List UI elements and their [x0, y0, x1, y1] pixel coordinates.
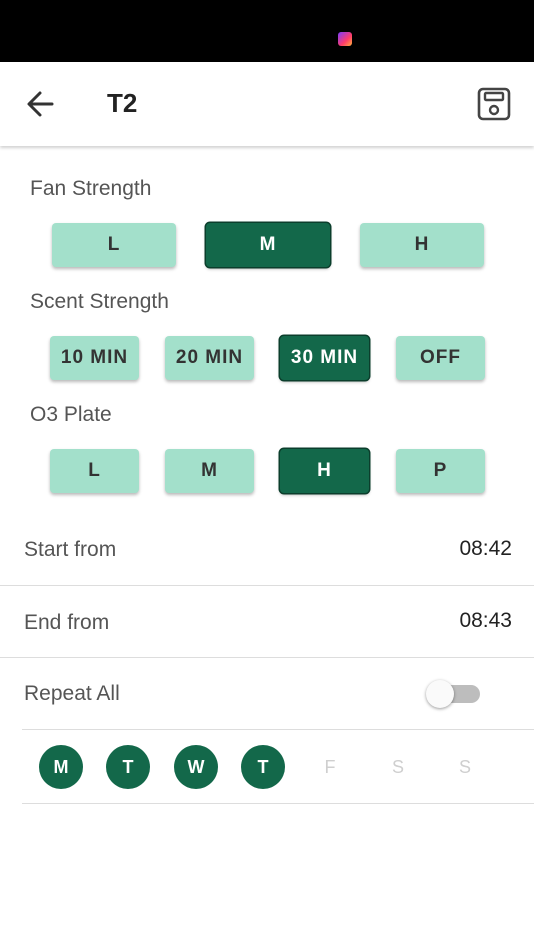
- scent-strength-option-button[interactable]: 30 MIN: [280, 336, 369, 380]
- start-time-value[interactable]: 08:42: [459, 537, 512, 561]
- day-toggle[interactable]: M: [39, 745, 83, 789]
- o3-plate-label: O3 Plate: [30, 403, 112, 426]
- fan-strength-option-button[interactable]: L: [52, 223, 176, 267]
- o3-plate-option-button[interactable]: M: [165, 449, 254, 493]
- app-notification-icon: [338, 32, 352, 46]
- o3-plate-option-button[interactable]: L: [50, 449, 139, 493]
- arrow-left-icon: [27, 91, 54, 117]
- fan-strength-label: Fan Strength: [30, 177, 152, 200]
- save-icon: [477, 87, 511, 121]
- status-bar: [0, 0, 534, 62]
- divider: [0, 585, 534, 586]
- day-toggle[interactable]: T: [106, 745, 150, 789]
- toggle-thumb: [426, 680, 454, 708]
- scent-strength-option-button[interactable]: 20 MIN: [165, 336, 254, 380]
- divider: [0, 657, 534, 658]
- day-toggle[interactable]: T: [241, 745, 285, 789]
- o3-plate-option-button[interactable]: P: [396, 449, 485, 493]
- scent-strength-option-button[interactable]: OFF: [396, 336, 485, 380]
- day-toggle[interactable]: W: [174, 745, 218, 789]
- fan-strength-option-button[interactable]: H: [360, 223, 484, 267]
- app-bar: T2: [0, 62, 534, 146]
- repeat-all-label: Repeat All: [24, 682, 120, 705]
- divider: [22, 729, 534, 730]
- start-from-label: Start from: [24, 538, 117, 561]
- scent-strength-option-button[interactable]: 10 MIN: [50, 336, 139, 380]
- day-toggle[interactable]: S: [443, 745, 487, 789]
- end-from-label: End from: [24, 611, 110, 634]
- page-title: T2: [107, 88, 138, 118]
- back-button[interactable]: [20, 86, 60, 122]
- divider: [22, 803, 534, 804]
- fan-strength-option-button[interactable]: M: [206, 223, 330, 267]
- day-toggle[interactable]: S: [376, 745, 420, 789]
- day-toggle[interactable]: F: [308, 745, 352, 789]
- scent-strength-label: Scent Strength: [30, 290, 169, 313]
- end-time-value[interactable]: 08:43: [459, 609, 512, 633]
- repeat-all-toggle[interactable]: [426, 679, 482, 709]
- o3-plate-option-button[interactable]: H: [280, 449, 369, 493]
- save-button[interactable]: [474, 84, 514, 124]
